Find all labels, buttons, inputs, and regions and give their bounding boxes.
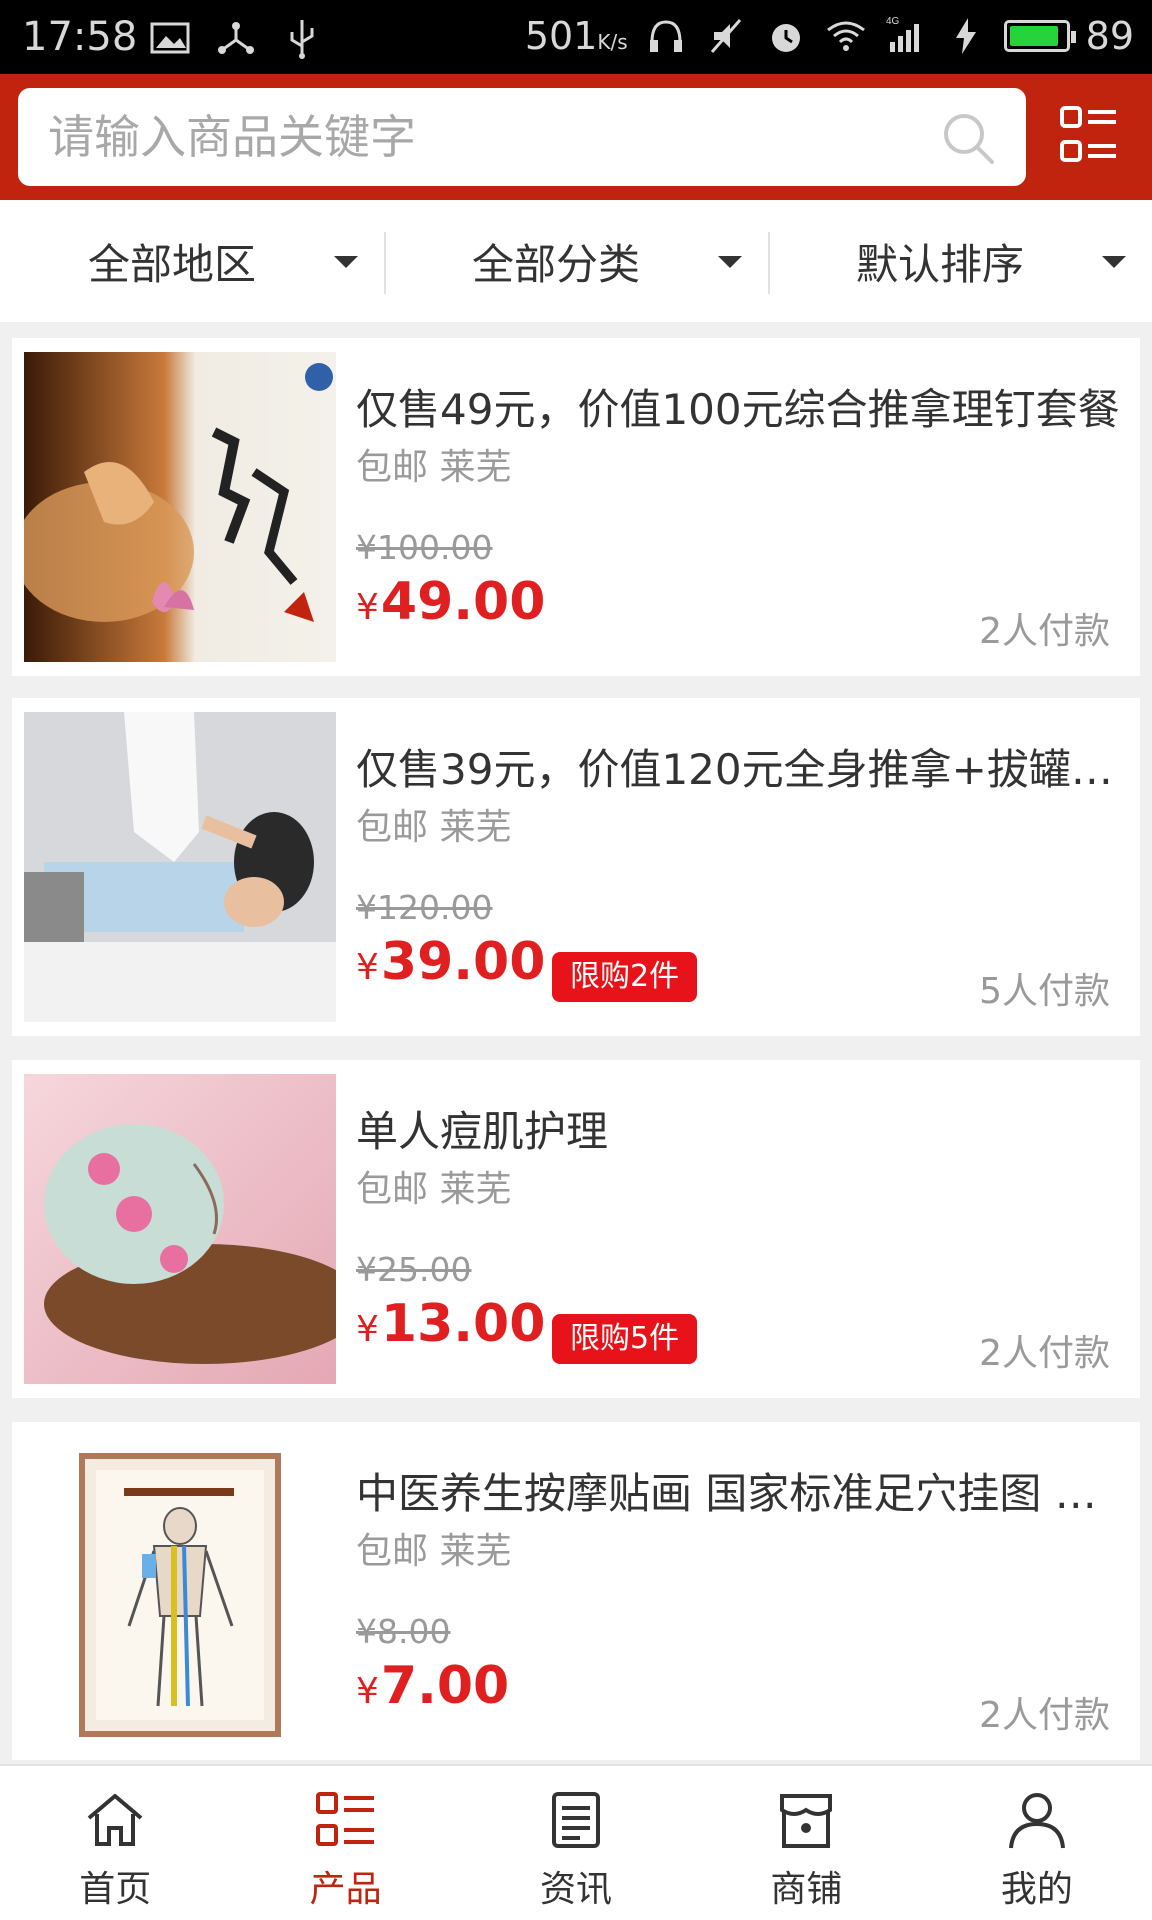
home-icon	[87, 1794, 143, 1846]
sale-price: ¥49.00	[356, 572, 546, 632]
original-price: ¥8.00	[356, 1612, 451, 1651]
product-image	[24, 352, 336, 662]
header	[0, 74, 1152, 200]
product-subtitle: 包邮 莱芜	[356, 447, 512, 488]
caret-down-icon	[1102, 256, 1126, 268]
wifi-icon	[826, 21, 865, 51]
battery-percent: 89	[1085, 14, 1134, 58]
nav-item-products[interactable]: 产品	[230, 1766, 460, 1920]
product-image	[24, 1074, 336, 1384]
paid-count: 2人付款	[979, 1333, 1110, 1374]
nav-label: 我的	[1000, 1869, 1073, 1910]
user-icon	[1008, 1793, 1065, 1849]
nav-item-home[interactable]: 首页	[0, 1766, 230, 1920]
nav-item-shop[interactable]: 商铺	[691, 1766, 921, 1920]
headphones-icon	[649, 20, 682, 52]
product-card[interactable]: 仅售39元，价值120元全身推拿+拔罐套餐 包邮 莱芜 ¥120.00 ¥39.…	[12, 698, 1140, 1036]
search-input[interactable]	[48, 88, 928, 186]
battery-icon	[1003, 20, 1076, 52]
nav-label: 产品	[309, 1869, 382, 1910]
signal-icon: 4G	[886, 16, 919, 52]
paid-count: 2人付款	[979, 1695, 1110, 1736]
search-icon[interactable]	[940, 110, 996, 166]
filter-region[interactable]: 全部地区	[0, 200, 384, 322]
nav-item-news[interactable]: 资讯	[461, 1766, 691, 1920]
shop-icon	[780, 1794, 833, 1848]
usb-icon	[290, 20, 314, 59]
filter-label: 全部分类	[471, 239, 640, 289]
network-speed: 501K/s	[524, 14, 628, 58]
product-title: 仅售39元，价值120元全身推拿+拔罐套餐	[356, 745, 1126, 794]
product-card[interactable]: 单人痘肌护理 包邮 莱芜 ¥25.00 ¥13.00 限购5件 2人付款	[12, 1060, 1140, 1398]
filter-label: 全部地区	[87, 239, 256, 289]
product-image	[24, 1436, 336, 1746]
status-time: 17:58	[22, 14, 138, 60]
nav-item-mine[interactable]: 我的	[922, 1766, 1152, 1920]
product-card[interactable]: 中医养生按摩贴画 国家标准足穴挂图 人体经络 包邮 莱芜 ¥8.00 ¥7.00…	[12, 1422, 1140, 1760]
sale-price: ¥7.00	[356, 1656, 510, 1716]
product-subtitle: 包邮 莱芜	[356, 1531, 512, 1572]
alarm-icon	[771, 24, 800, 52]
product-title: 中医养生按摩贴画 国家标准足穴挂图 人体经络	[356, 1469, 1126, 1518]
purchase-limit-badge: 限购2件	[552, 952, 698, 1002]
product-card[interactable]: 仅售49元，价值100元综合推拿理钉套餐 包邮 莱芜 ¥100.00 ¥49.0…	[12, 338, 1140, 676]
filter-category[interactable]: 全部分类	[384, 200, 768, 322]
svg-text:4G: 4G	[886, 16, 900, 27]
paid-count: 2人付款	[979, 611, 1110, 652]
original-price: ¥25.00	[356, 1250, 472, 1289]
charging-icon	[955, 18, 976, 54]
product-title: 仅售49元，价值100元综合推拿理钉套餐	[356, 385, 1120, 434]
category-menu-icon[interactable]	[1060, 106, 1118, 164]
filter-label: 默认排序	[855, 239, 1024, 289]
sale-price: ¥39.00	[356, 932, 546, 992]
news-icon	[552, 1792, 601, 1848]
filter-sort[interactable]: 默认排序	[768, 200, 1152, 322]
product-image	[24, 712, 336, 1022]
search-box[interactable]	[18, 88, 1026, 186]
product-title: 单人痘肌护理	[356, 1107, 609, 1156]
image-icon	[150, 22, 190, 54]
filter-bar: 全部地区 全部分类 默认排序	[0, 200, 1152, 322]
caret-down-icon	[718, 256, 742, 268]
bottom-nav: 首页 产品 资讯 商铺 我的	[0, 1764, 1152, 1920]
battery-level	[1009, 26, 1058, 46]
paid-count: 5人付款	[979, 971, 1110, 1012]
mute-icon	[710, 19, 741, 53]
caret-down-icon	[334, 256, 358, 268]
status-bar: 17:58 501K/s 4G 89	[0, 0, 1152, 74]
original-price: ¥100.00	[356, 528, 493, 567]
nav-label: 首页	[79, 1869, 152, 1910]
nav-label: 资讯	[540, 1869, 613, 1910]
share-icon	[218, 22, 254, 54]
purchase-limit-badge: 限购5件	[552, 1314, 698, 1364]
sale-price: ¥13.00	[356, 1294, 546, 1354]
status-notification-icons	[148, 16, 324, 60]
status-system-icons: 501K/s 4G 89	[525, 14, 1134, 58]
list-icon	[315, 1792, 374, 1846]
nav-label: 商铺	[770, 1869, 843, 1910]
product-subtitle: 包邮 莱芜	[356, 807, 512, 848]
product-subtitle: 包邮 莱芜	[356, 1169, 512, 1210]
original-price: ¥120.00	[356, 888, 493, 927]
